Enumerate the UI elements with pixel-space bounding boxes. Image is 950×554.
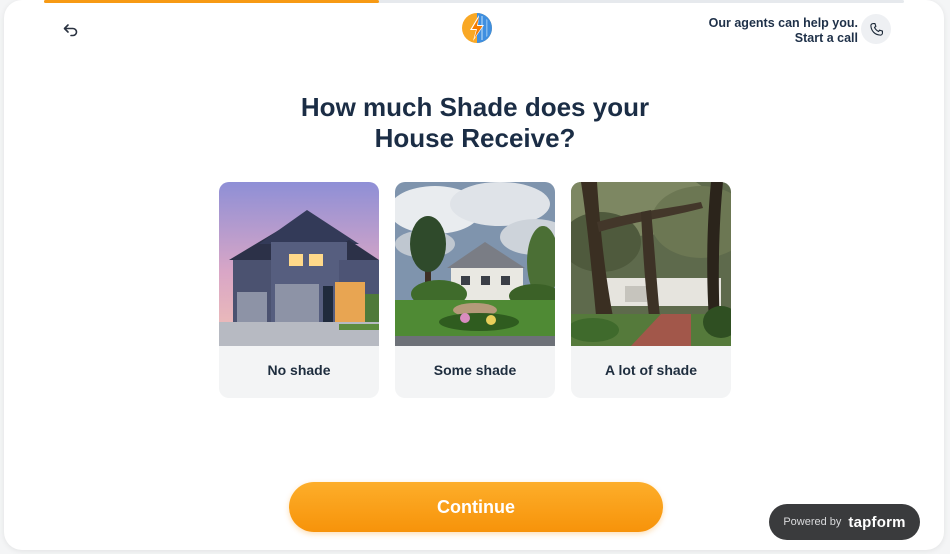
tapform-logo: tapform xyxy=(848,513,906,531)
continue-button[interactable]: Continue xyxy=(289,482,663,532)
phone-button[interactable] xyxy=(861,14,891,44)
house-no-shade-image xyxy=(219,182,379,346)
house-some-shade-image xyxy=(395,182,555,346)
back-button[interactable] xyxy=(59,18,83,42)
option-label: A lot of shade xyxy=(604,362,698,378)
option-label: No shade xyxy=(267,362,331,378)
solar-bolt-logo-icon xyxy=(462,13,492,43)
progress-track xyxy=(44,0,904,3)
back-arrow-icon xyxy=(63,24,78,37)
option-label: Some shade xyxy=(433,362,517,378)
option-no-shade[interactable]: No shade xyxy=(219,182,379,398)
option-some-shade[interactable]: Some shade xyxy=(395,182,555,398)
option-a-lot-of-shade[interactable]: A lot of shade xyxy=(571,182,731,398)
question-line-1: How much Shade does your xyxy=(300,92,650,122)
phone-icon xyxy=(869,22,883,36)
question-line-2: House Receive? xyxy=(374,123,576,153)
start-call-link[interactable]: Start a call xyxy=(709,31,858,46)
powered-by-text: Powered by xyxy=(783,516,842,528)
house-lot-of-shade-image xyxy=(571,182,731,346)
progress-fill xyxy=(44,0,380,3)
form-card: Our agents can help you. Start a call Ho… xyxy=(4,0,944,550)
question-heading: How much Shade does your House Receive? xyxy=(244,92,706,154)
agents-text: Our agents can help you. xyxy=(708,16,858,30)
powered-by-badge[interactable]: Powered by tapform xyxy=(769,504,920,540)
agent-help: Our agents can help you. Start a call xyxy=(709,16,858,46)
